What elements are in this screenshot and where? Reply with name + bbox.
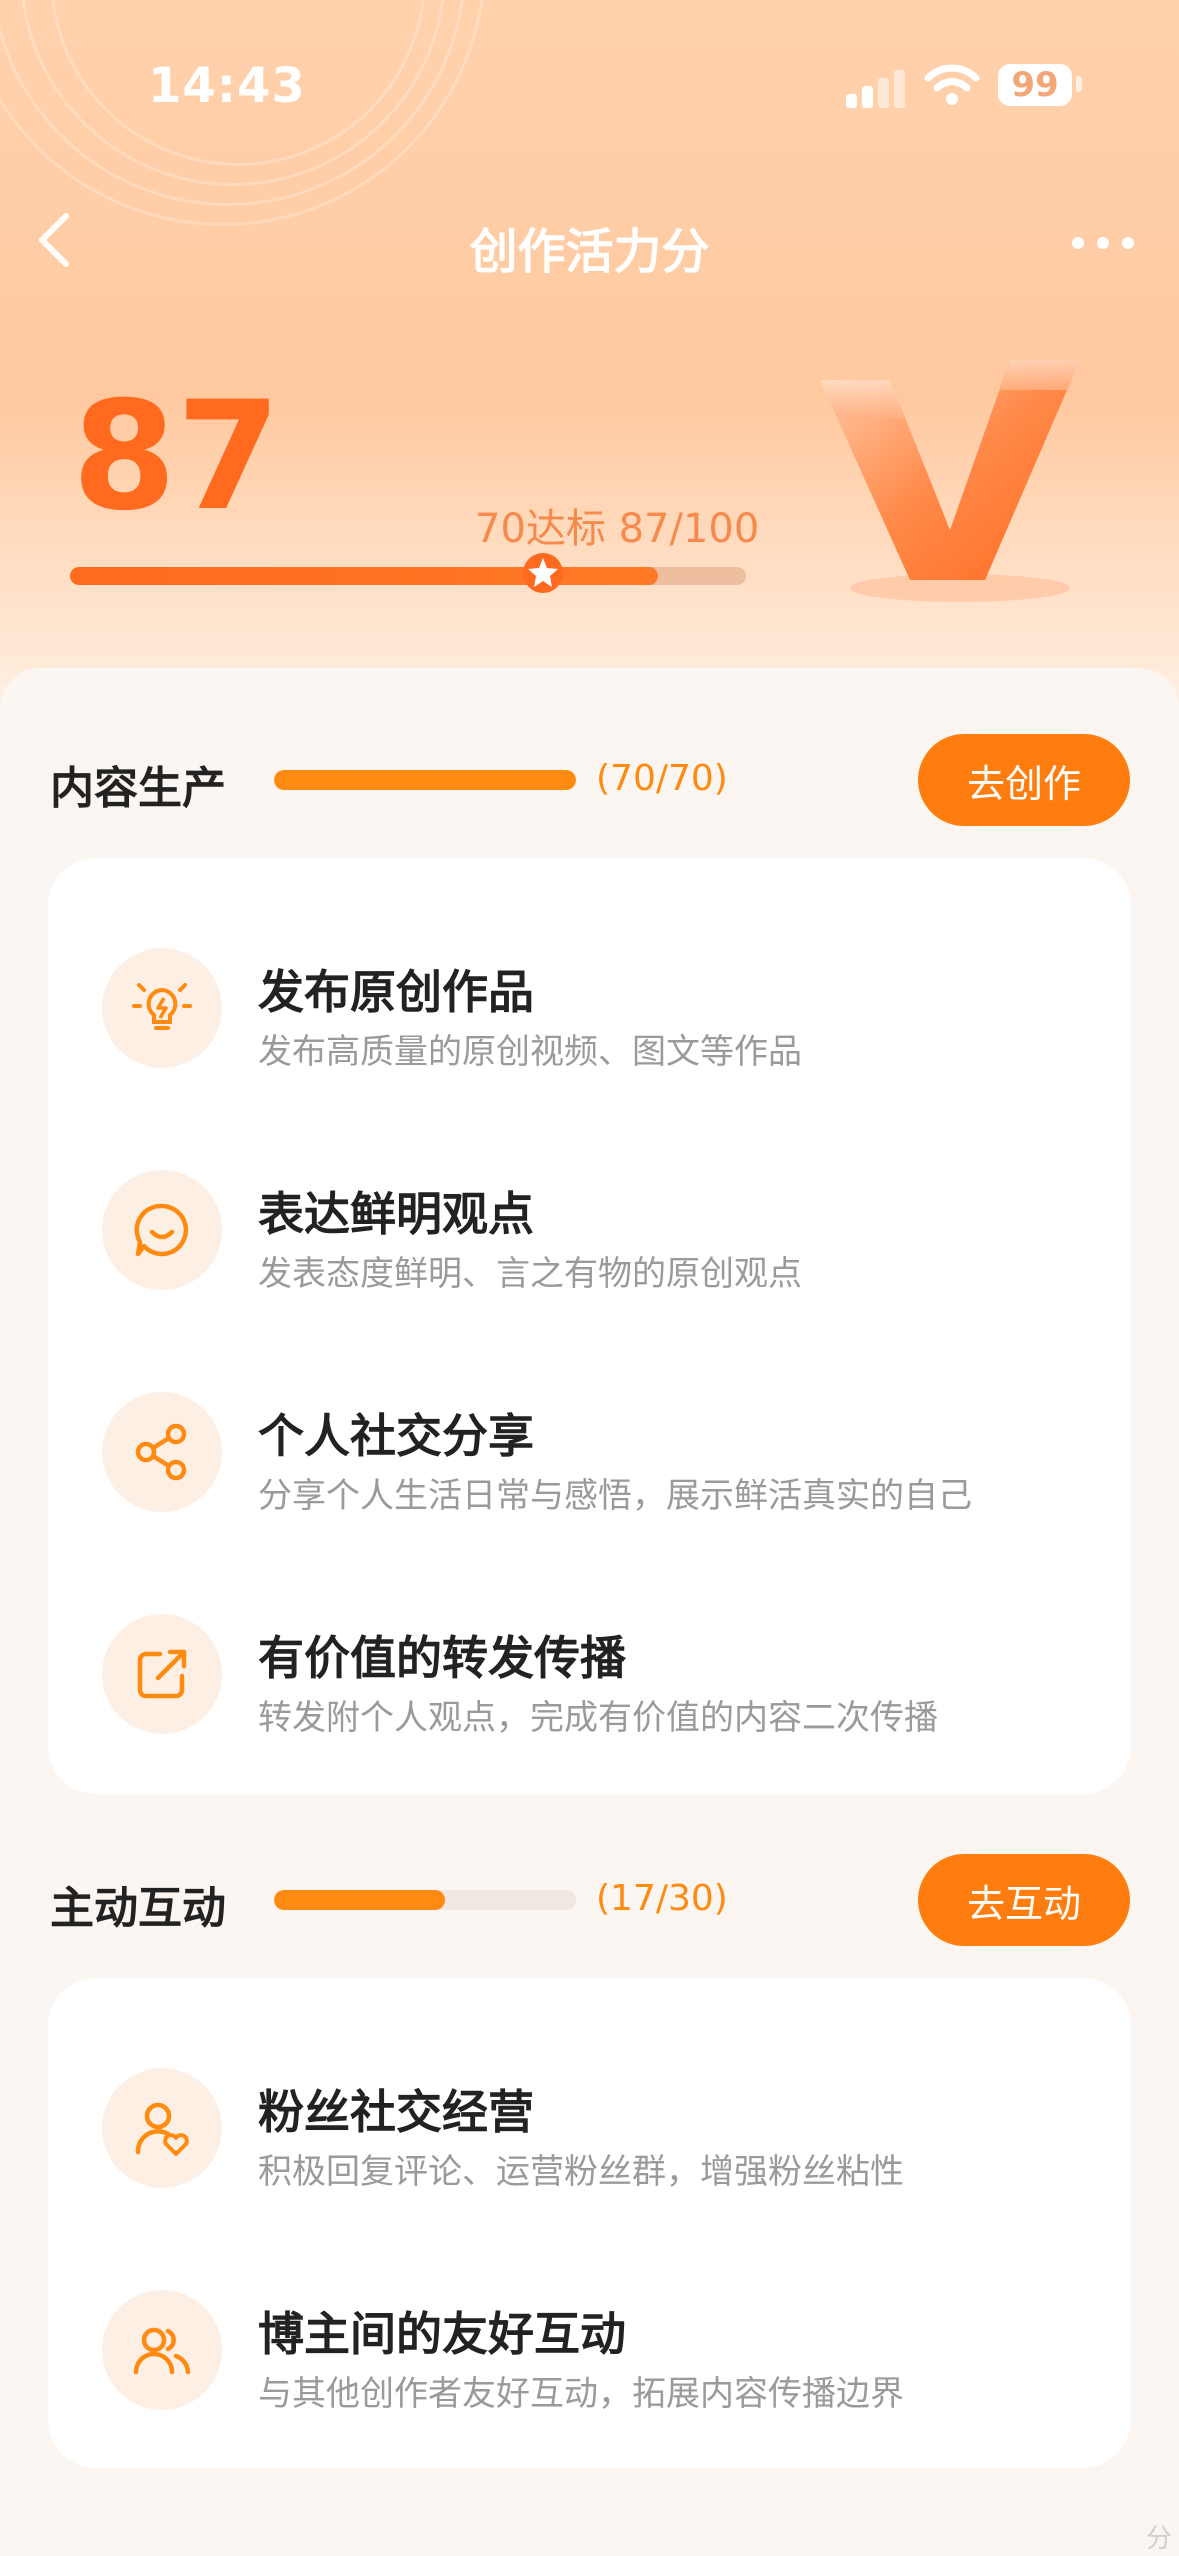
list-item[interactable]: 表达鲜明观点 发表态度鲜明、言之有物的原创观点 bbox=[48, 1130, 1131, 1330]
section-title-content: 内容生产 bbox=[50, 763, 226, 814]
go-interact-button[interactable]: 去互动 bbox=[918, 1854, 1130, 1946]
section-progress-fill bbox=[274, 1890, 445, 1910]
corner-mark: 分 bbox=[1146, 2524, 1173, 2554]
item-title: 博主间的友好互动 bbox=[258, 2307, 626, 2361]
cellular-signal-icon bbox=[846, 68, 906, 108]
item-desc: 与其他创作者友好互动，拓展内容传播边界 bbox=[258, 2374, 904, 2414]
item-title: 表达鲜明观点 bbox=[258, 1187, 534, 1241]
list-item[interactable]: 发布原创作品 发布高质量的原创视频、图文等作品 bbox=[48, 908, 1131, 1108]
item-title: 发布原创作品 bbox=[258, 965, 534, 1019]
section-title-interaction: 主动互动 bbox=[50, 1883, 226, 1934]
section-count: (17/30) bbox=[596, 1878, 728, 1919]
item-desc: 发表态度鲜明、言之有物的原创观点 bbox=[258, 1254, 802, 1294]
list-item[interactable]: 有价值的转发传播 转发附个人观点，完成有价值的内容二次传播 bbox=[48, 1574, 1131, 1774]
chat-smile-icon bbox=[102, 1170, 222, 1290]
item-desc: 转发附个人观点，完成有价值的内容二次传播 bbox=[258, 1698, 938, 1738]
forward-icon bbox=[102, 1614, 222, 1734]
item-title: 粉丝社交经营 bbox=[258, 2085, 534, 2139]
more-menu-icon[interactable] bbox=[1068, 218, 1138, 268]
users-icon bbox=[102, 2290, 222, 2410]
status-time: 14:43 bbox=[148, 58, 306, 114]
page-title: 创作活力分 bbox=[469, 224, 710, 280]
content-task-card: 发布原创作品 发布高质量的原创视频、图文等作品 表达鲜明观点 发表态度鲜明、言之… bbox=[48, 858, 1131, 1794]
go-create-button[interactable]: 去创作 bbox=[918, 734, 1130, 826]
section-progress-track bbox=[274, 1890, 576, 1910]
item-title: 有价值的转发传播 bbox=[258, 1631, 626, 1685]
battery-tip bbox=[1076, 76, 1082, 92]
item-title: 个人社交分享 bbox=[258, 1409, 534, 1463]
section-count: (70/70) bbox=[596, 758, 728, 799]
item-desc: 积极回复评论、运营粉丝群，增强粉丝粘性 bbox=[258, 2152, 904, 2192]
status-bar: 14:43 99 bbox=[0, 0, 1179, 170]
lightbulb-icon bbox=[102, 948, 222, 1068]
standard-star-icon bbox=[523, 553, 563, 593]
score-progress-fill bbox=[70, 567, 658, 585]
user-heart-icon bbox=[102, 2068, 222, 2188]
section-progress-fill bbox=[274, 770, 576, 790]
wifi-icon bbox=[924, 64, 980, 105]
interaction-task-card: 粉丝社交经营 积极回复评论、运营粉丝群，增强粉丝粘性 博主间的友好互动 与其他创… bbox=[48, 1978, 1131, 2468]
score-standard-text: 70达标 87/100 bbox=[475, 506, 760, 552]
v-badge-icon bbox=[820, 360, 1080, 602]
section-progress-track bbox=[274, 770, 576, 790]
battery-icon: 99 bbox=[998, 64, 1072, 106]
item-desc: 发布高质量的原创视频、图文等作品 bbox=[258, 1032, 802, 1072]
item-desc: 分享个人生活日常与感悟，展示鲜活真实的自己 bbox=[258, 1476, 972, 1516]
score-progress-track bbox=[70, 567, 746, 585]
list-item[interactable]: 博主间的友好互动 与其他创作者友好互动，拓展内容传播边界 bbox=[48, 2250, 1131, 2450]
list-item[interactable]: 粉丝社交经营 积极回复评论、运营粉丝群，增强粉丝粘性 bbox=[48, 2028, 1131, 2228]
score-value: 87 bbox=[72, 370, 281, 544]
share-icon bbox=[102, 1392, 222, 1512]
list-item[interactable]: 个人社交分享 分享个人生活日常与感悟，展示鲜活真实的自己 bbox=[48, 1352, 1131, 1552]
